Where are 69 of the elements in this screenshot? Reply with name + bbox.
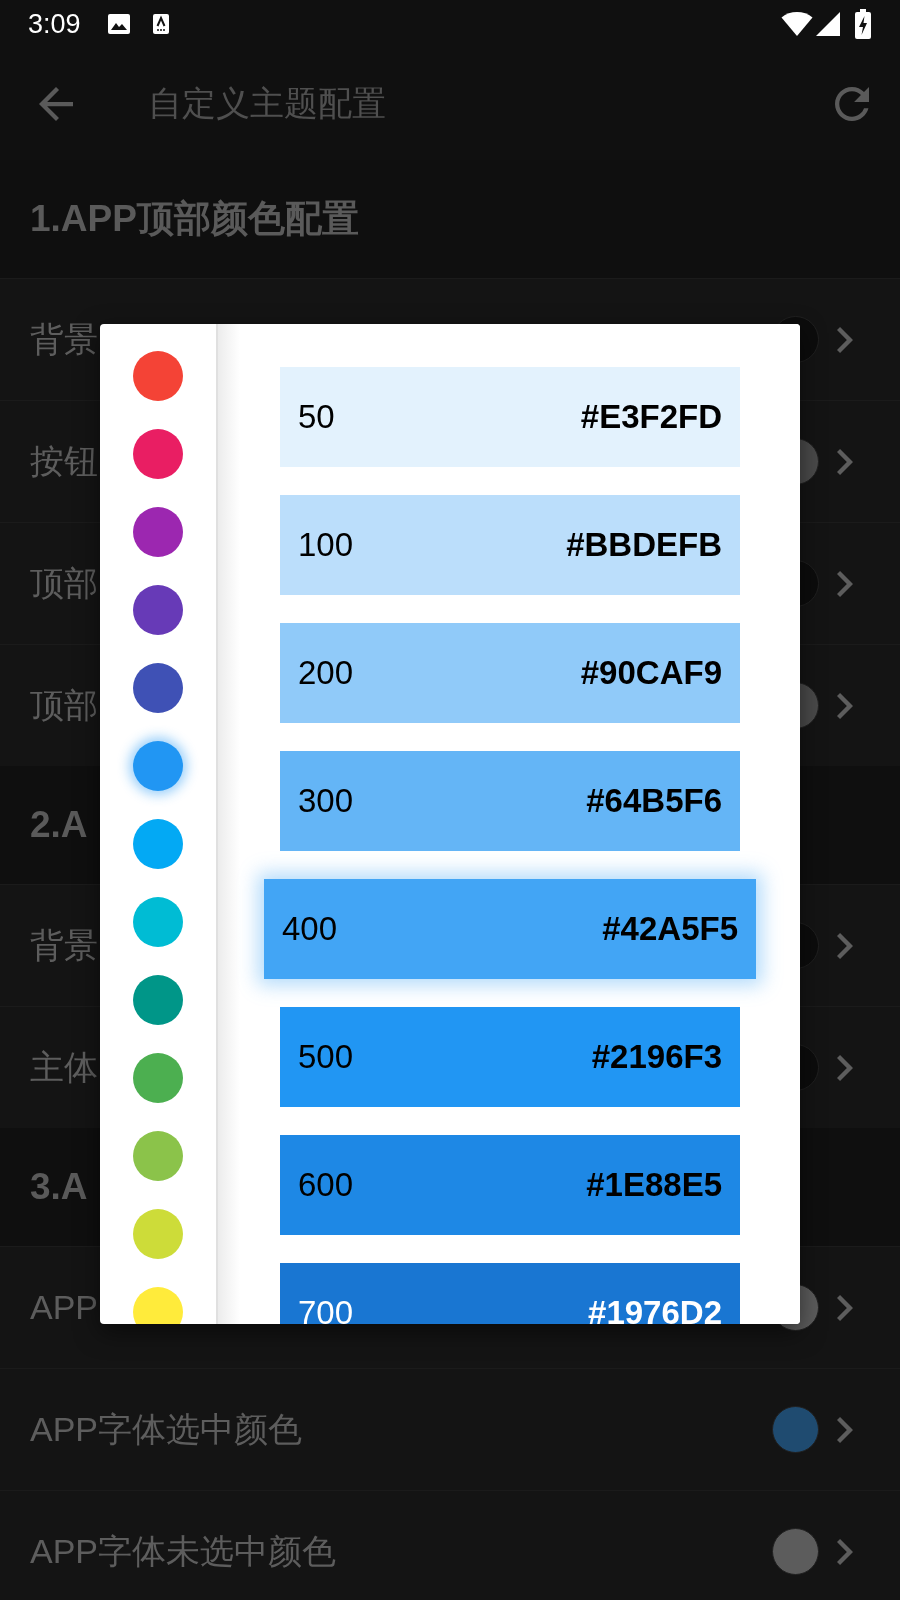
palette-swatch-icon[interactable] [133,1209,183,1259]
shade-name: 300 [298,782,354,820]
row-label: 按钮 [30,440,98,482]
row-label: APP [30,1288,99,1327]
palette-swatch-icon[interactable] [133,351,183,401]
row-label: 顶部 [30,562,98,604]
palette-swatch-icon[interactable] [133,429,183,479]
row-label: APP字体选中颜色 [30,1408,303,1450]
arrow-left-icon [39,87,73,121]
chevron-right-icon [837,1416,853,1443]
image-icon [107,14,130,34]
shade-name: 700 [298,1294,354,1324]
shade-item[interactable]: 600 #1E88E5 [280,1135,740,1235]
chevron-right-icon [837,1054,853,1081]
chevron-right-icon [837,448,853,475]
refresh-icon [835,87,869,121]
shade-hex: #1E88E5 [586,1166,722,1204]
palette-swatch-icon[interactable] [133,819,183,869]
shade-hex: #1976D2 [588,1294,722,1324]
toolbar-title: 自定义主题配置 [148,83,386,124]
section-title: 1.APP顶部颜色配置 [30,197,359,241]
palette-swatch-icon[interactable] [133,585,183,635]
shade-hex: #64B5F6 [586,782,722,820]
wifi-icon [781,12,813,36]
chevron-right-icon [837,692,853,719]
palette-swatch-icon[interactable] [133,507,183,557]
section-title: 3.A [30,1166,88,1208]
palette-swatch-icon[interactable] [133,741,183,791]
shade-hex: #2196F3 [591,1038,722,1076]
shade-name: 50 [298,398,335,436]
palette-swatch-icon[interactable] [133,1131,183,1181]
row-label: 主体 [30,1046,98,1088]
chevron-right-icon [837,1294,853,1321]
section-title: 2.A [30,804,88,846]
back-button[interactable] [39,87,73,121]
shade-name: 200 [298,654,354,692]
status-time: 3:09 [28,10,81,38]
shade-name: 400 [282,910,338,948]
notification-tile-icon [152,14,169,34]
palette-swatch-icon[interactable] [133,663,183,713]
palette-swatch-icon[interactable] [133,975,183,1025]
shade-item[interactable]: 700 #1976D2 [280,1263,740,1324]
chevron-right-icon [837,1538,853,1565]
palette-swatch-icon[interactable] [133,1053,183,1103]
shade-name: 100 [298,526,354,564]
refresh-button[interactable] [835,87,869,121]
shade-hex: #E3F2FD [580,398,722,436]
chevron-right-icon [837,570,853,597]
shade-item[interactable]: 400 #42A5F5 [264,879,756,979]
signal-icon [816,12,840,36]
shade-name: 600 [298,1166,354,1204]
row-label: 顶部 [30,684,98,726]
palette-swatch-icon[interactable] [133,1287,183,1324]
shade-hex: #BBDEFB [566,526,722,564]
shade-item[interactable]: 300 #64B5F6 [280,751,740,851]
palette-swatch-icon[interactable] [133,897,183,947]
shade-item[interactable]: 100 #BBDEFB [280,495,740,595]
shade-hex: #42A5F5 [602,910,738,948]
row-label: 背景 [30,318,98,360]
row-label: 背景 [30,924,98,966]
shade-item[interactable]: 500 #2196F3 [280,1007,740,1107]
shade-item[interactable]: 200 #90CAF9 [280,623,740,723]
chevron-right-icon [837,326,853,353]
row-label: APP字体未选中颜色 [30,1530,337,1572]
chevron-right-icon [837,932,853,959]
shade-hex: #90CAF9 [580,654,722,692]
shade-item[interactable]: 50 #E3F2FD [280,367,740,467]
battery-charging-icon [855,9,871,39]
shade-name: 500 [298,1038,354,1076]
